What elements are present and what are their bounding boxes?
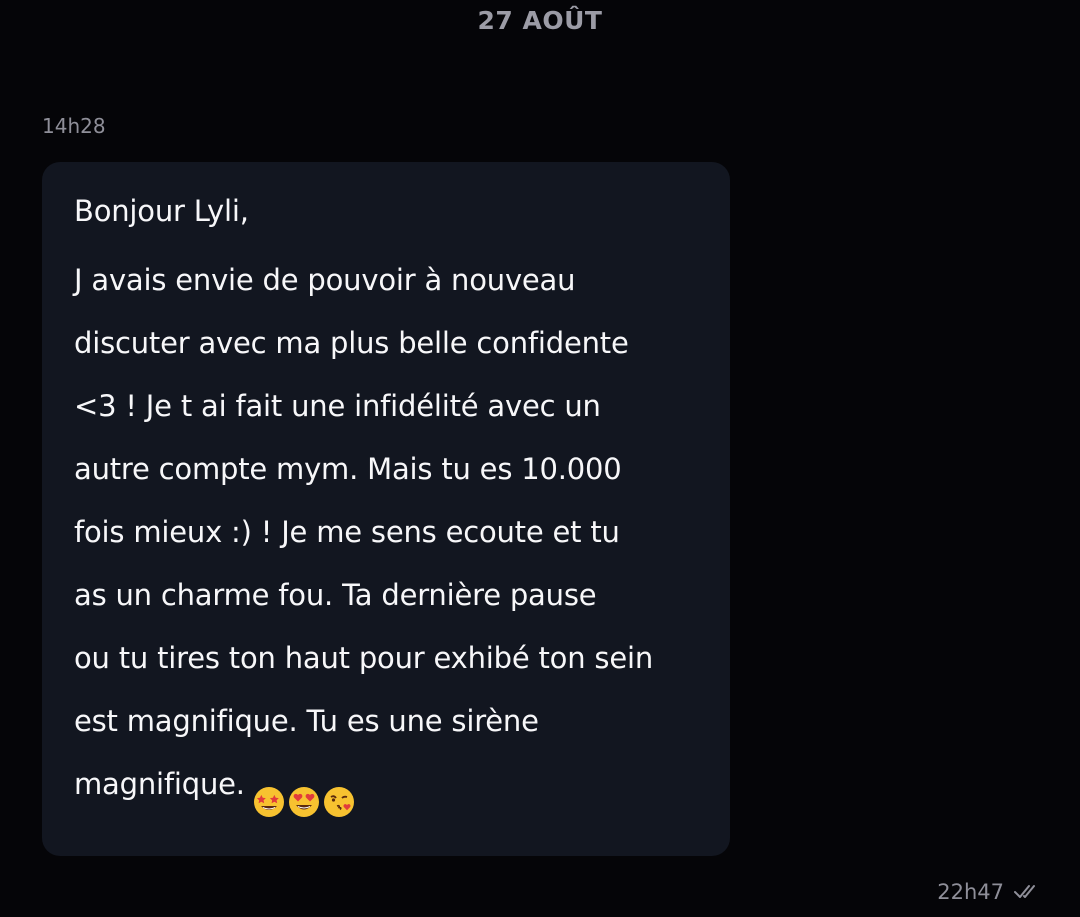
incoming-message-bubble[interactable]: Bonjour Lyli, J avais envie de pouvoir à… — [42, 162, 730, 856]
message-line: autre compte mym. Mais tu es 10.000 — [74, 452, 622, 486]
message-line: Bonjour Lyli, — [74, 194, 249, 228]
star-struck-emoji-icon — [253, 786, 285, 818]
message-line: ou tu tires ton haut pour exhibé ton sei… — [74, 641, 653, 675]
message-timestamp: 14h28 — [42, 114, 106, 138]
message-line: fois mieux :) ! Je me sens ecoute et tu — [74, 515, 620, 549]
outgoing-timestamp: 22h47 — [937, 880, 1004, 904]
message-line: J avais envie de pouvoir à nouveau — [74, 263, 576, 297]
message-line-text: magnifique. — [74, 767, 245, 801]
kissing-heart-emoji-icon — [323, 786, 355, 818]
emoji-group — [253, 769, 358, 817]
heart-eyes-emoji-icon — [288, 786, 320, 818]
message-line: <3 ! Je t ai fait une infidélité avec un — [74, 389, 601, 423]
message-line: as un charme fou. Ta dernière pause — [74, 578, 597, 612]
message-line: discuter avec ma plus belle confidente — [74, 326, 629, 360]
date-separator: 27 AOÛT — [477, 6, 603, 35]
message-last-line: magnifique. — [74, 753, 710, 817]
outgoing-message-meta: 22h47 — [937, 874, 1042, 910]
double-check-icon — [1014, 883, 1042, 901]
message-line: est magnifique. Tu es une sirène — [74, 704, 539, 738]
